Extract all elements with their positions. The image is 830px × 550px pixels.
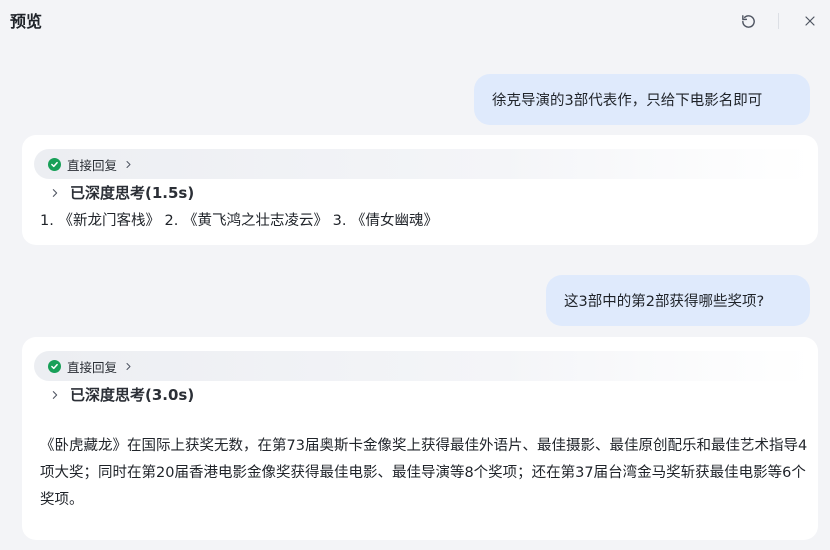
close-button[interactable] bbox=[801, 12, 819, 30]
check-circle-icon bbox=[48, 359, 61, 373]
user-message-text: 这3部中的第2部获得哪些奖项? bbox=[564, 294, 765, 310]
reply-mode-label: 直接回复 bbox=[67, 157, 118, 173]
thinking-label: 已深度思考(1.5s) bbox=[70, 184, 195, 202]
header-divider bbox=[778, 13, 779, 29]
check-circle-icon bbox=[48, 157, 61, 171]
assistant-answer: 《卧虎藏龙》在国际上获奖无数，在第73届奥斯卡金像奖上获得最佳外语片、最佳摄影、… bbox=[40, 438, 808, 508]
user-message: 这3部中的第2部获得哪些奖项? bbox=[546, 275, 810, 326]
refresh-icon bbox=[741, 14, 755, 28]
chevron-right-icon bbox=[124, 160, 133, 169]
chevron-right-icon bbox=[124, 362, 133, 371]
assistant-message: 直接回复 已深度思考(3.0s) 《卧虎藏龙》在国际上获奖无数，在第73届奥斯卡… bbox=[22, 337, 818, 540]
assistant-message: 直接回复 已深度思考(1.5s) 1. 《新龙门客栈》 2. 《黄飞鸿之壮志凌云… bbox=[22, 135, 818, 245]
thinking-label: 已深度思考(3.0s) bbox=[70, 386, 195, 404]
preview-header: 预览 bbox=[0, 0, 830, 42]
user-message-text: 徐克导演的3部代表作，只给下电影名即可 bbox=[492, 93, 763, 109]
reply-mode-toggle[interactable]: 直接回复 bbox=[34, 351, 812, 381]
thinking-toggle[interactable]: 已深度思考(1.5s) bbox=[50, 182, 194, 203]
reply-mode-toggle[interactable]: 直接回复 bbox=[34, 149, 812, 179]
chevron-right-icon bbox=[52, 188, 58, 197]
chevron-right-icon bbox=[52, 390, 58, 399]
reply-mode-label: 直接回复 bbox=[67, 359, 118, 375]
user-message: 徐克导演的3部代表作，只给下电影名即可 bbox=[474, 74, 810, 125]
thinking-toggle[interactable]: 已深度思考(3.0s) bbox=[50, 384, 194, 405]
assistant-answer: 1. 《新龙门客栈》 2. 《黄飞鸿之壮志凌云》 3. 《倩女幽魂》 bbox=[40, 213, 439, 229]
refresh-button[interactable] bbox=[739, 12, 757, 30]
close-icon bbox=[805, 16, 815, 26]
page-title: 预览 bbox=[10, 12, 43, 31]
